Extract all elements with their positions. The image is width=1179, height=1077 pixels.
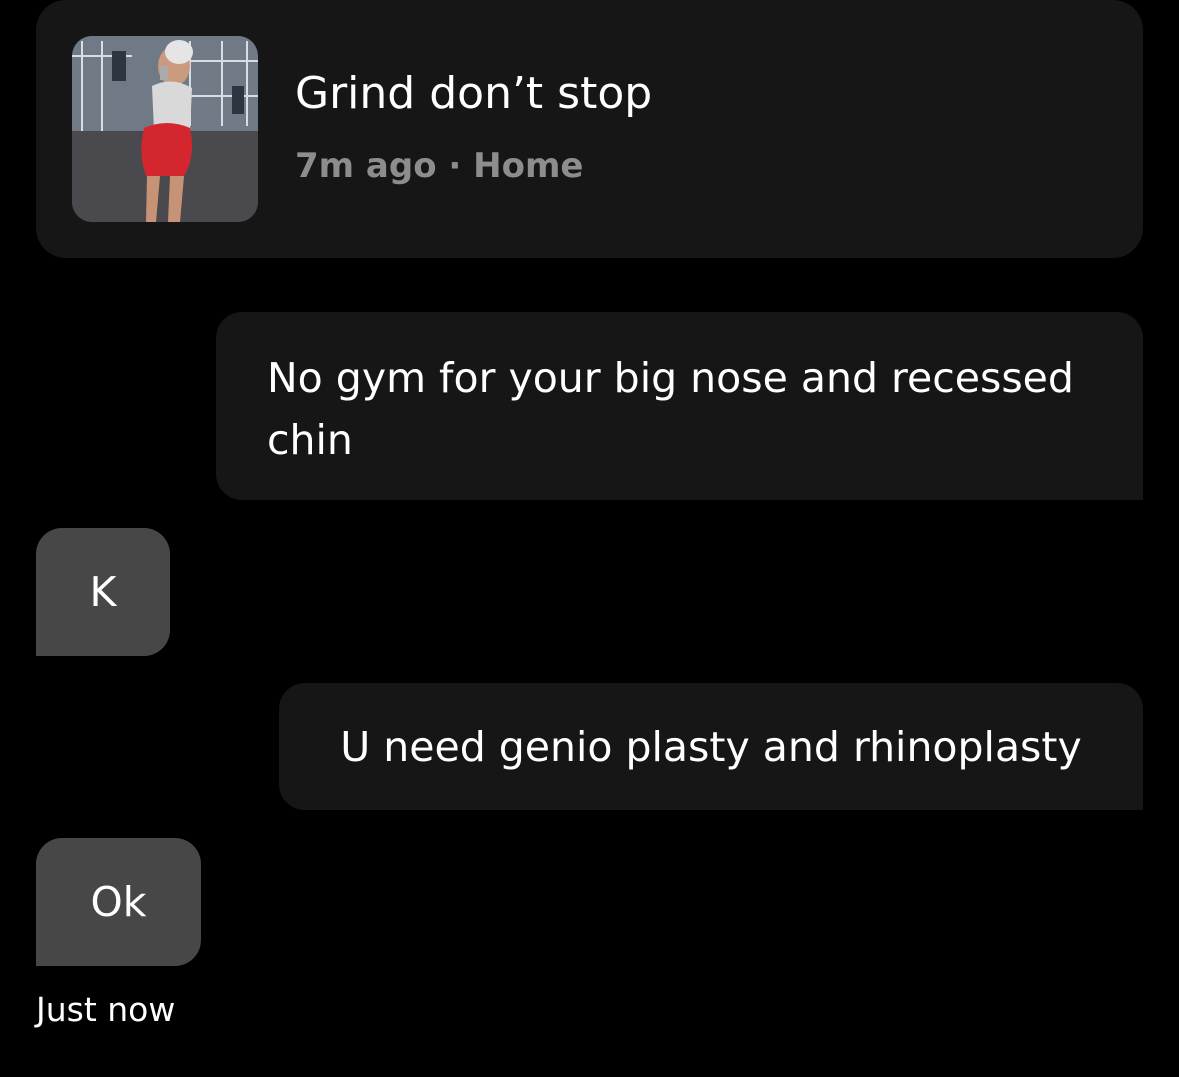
message-text: U need genio plasty and rhinoplasty [340,723,1082,771]
message-text: No gym for your big nose and recessed ch… [267,354,1074,464]
message-bubble-received[interactable]: Ok [36,838,201,966]
message-bubble-received[interactable]: K [36,528,170,656]
story-reply-card[interactable]: Grind don’t stop 7m ago · Home [36,0,1143,258]
story-meta: 7m ago · Home [295,146,584,186]
story-thumbnail[interactable] [72,36,258,222]
story-title: Grind don’t stop [295,68,653,119]
message-text: K [89,568,117,616]
message-timestamp: Just now [36,990,176,1029]
gym-selfie-photo [72,36,258,222]
message-bubble-sent[interactable]: No gym for your big nose and recessed ch… [216,312,1143,500]
message-bubble-sent[interactable]: U need genio plasty and rhinoplasty [279,683,1143,810]
message-text: Ok [90,878,147,926]
